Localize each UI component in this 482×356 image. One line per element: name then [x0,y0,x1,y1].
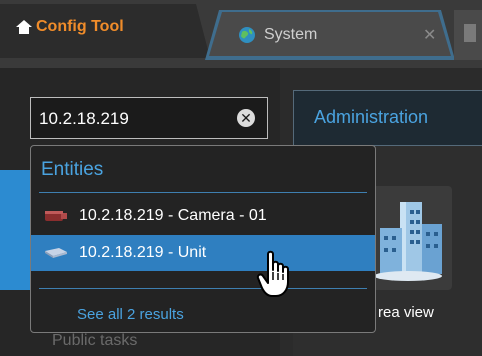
home-icon [16,20,32,34]
entities-header: Entities [41,159,104,180]
hand-cursor-icon [256,250,289,297]
administration-tab[interactable]: Administration [293,90,482,146]
result-item-camera[interactable]: 10.2.18.219 - Camera - 01 [31,198,375,234]
document-icon [464,24,476,42]
close-tab-icon[interactable]: ✕ [423,25,436,45]
sidebar-item-public-tasks[interactable]: Public tasks [52,332,137,350]
see-all-results-link[interactable]: See all 2 results [77,306,184,323]
result-item-unit[interactable]: 10.2.18.219 - Unit [31,235,375,271]
camera-icon [45,211,67,221]
search-input-value: 10.2.18.219 [39,109,129,128]
area-view-label: rea view [378,304,434,321]
divider [39,288,367,289]
tab-system-label: System [264,26,318,43]
clear-search-icon[interactable]: ✕ [237,109,255,127]
unit-icon [45,248,67,258]
divider [39,192,367,193]
result-item-label: 10.2.18.219 - Unit [79,244,207,261]
tab-config-tool-label: Config Tool [36,18,124,35]
building-icon [374,202,442,281]
administration-label: Administration [314,107,429,127]
globe-icon [239,27,255,43]
sidebar-selected-indicator [0,170,32,290]
result-item-label: 10.2.18.219 - Camera - 01 [79,207,267,224]
search-input[interactable]: 10.2.18.219 ✕ [30,97,268,139]
search-results-dropdown: Entities 10.2.18.219 - Camera - 01 10.2.… [30,145,376,333]
